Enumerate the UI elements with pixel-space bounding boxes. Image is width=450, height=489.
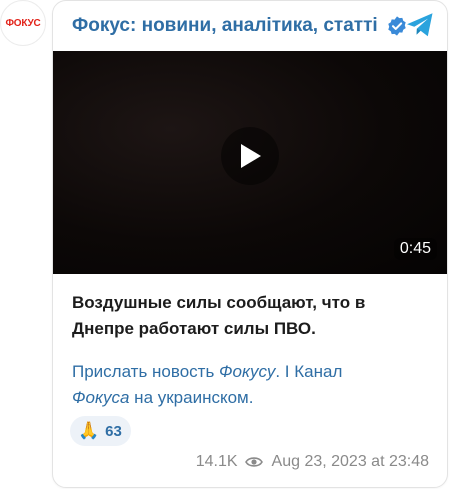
- video-duration: 0:45: [393, 238, 437, 260]
- eye-icon: [244, 456, 263, 468]
- channel-avatar[interactable]: ФОКУС: [0, 0, 46, 46]
- channel-link-name: Фокуса: [72, 388, 130, 407]
- channel-link-language: на украинском.: [129, 388, 254, 407]
- avatar-logo-text: ФОКУС: [5, 17, 41, 29]
- send-news-target: Фокусу: [219, 362, 276, 381]
- message-line-2: Днепре работают силы ПВО.: [72, 319, 316, 338]
- links-separator: . I: [275, 362, 295, 381]
- post-header: Фокус: новини, аналітика, статті: [53, 1, 447, 51]
- message-line-1: Воздушные силы сообщают, что в: [72, 293, 366, 312]
- pray-emoji-icon: 🙏: [78, 421, 100, 441]
- telegram-icon[interactable]: [405, 10, 435, 40]
- reaction-count: 63: [105, 422, 122, 440]
- message-text: Воздушные силы сообщают, что в Днепре ра…: [72, 290, 432, 342]
- send-news-link[interactable]: Прислать новость Фокусу: [72, 362, 275, 381]
- video-player[interactable]: 0:45: [53, 51, 447, 274]
- reaction-pill[interactable]: 🙏 63: [70, 416, 131, 446]
- channel-link-text: Канал: [294, 362, 343, 381]
- telegram-post-card: Фокус: новини, аналітика, статті 0:45 Во…: [52, 0, 448, 488]
- play-button[interactable]: [221, 126, 279, 185]
- send-news-text: Прислать новость: [72, 362, 220, 381]
- play-icon: [241, 143, 261, 168]
- view-count: 14.1K: [195, 453, 238, 470]
- post-date[interactable]: Aug 23, 2023 at 23:48: [272, 453, 429, 471]
- channel-title[interactable]: Фокус: новини, аналітика, статті: [72, 15, 378, 37]
- channel-links: Прислать новость Фокусу. I Канал Фокуса н…: [72, 359, 432, 411]
- post-footer: 14.1K Aug 23, 2023 at 23:48: [196, 453, 429, 471]
